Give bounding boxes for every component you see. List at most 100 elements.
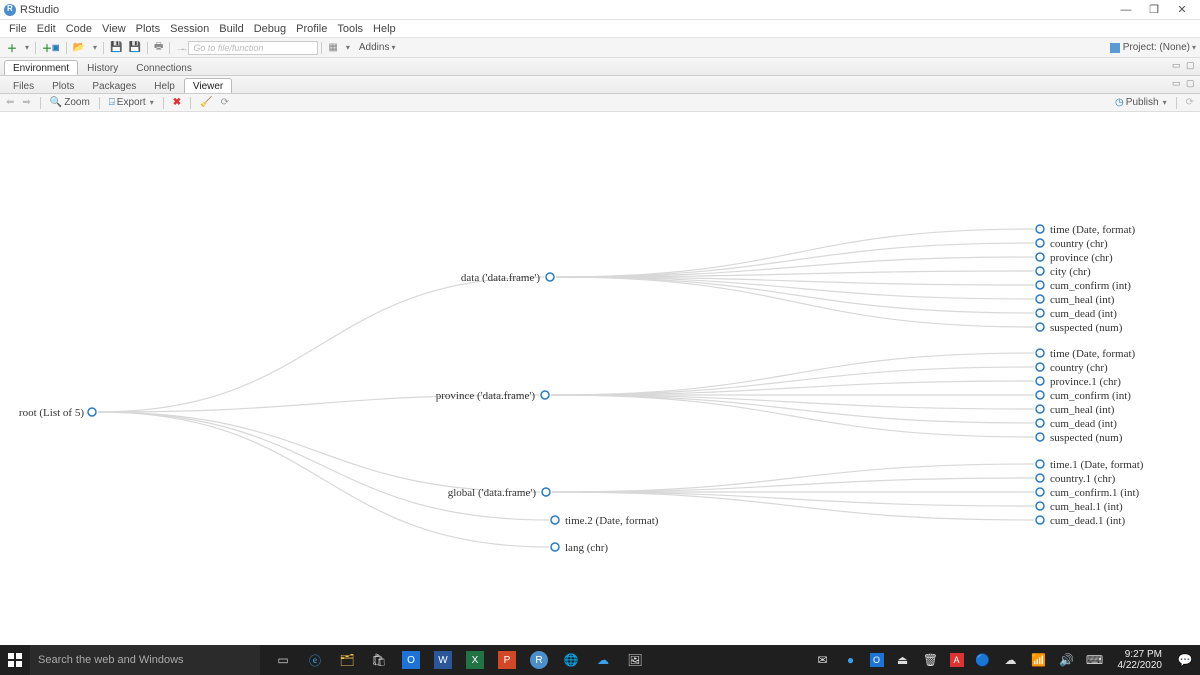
menu-view[interactable]: View bbox=[102, 23, 126, 35]
zoom-icon: 🔍 bbox=[50, 97, 62, 108]
rstudio-taskbar-icon[interactable]: R bbox=[530, 651, 548, 669]
project-menu[interactable]: Project: (None)▾ bbox=[1110, 42, 1196, 53]
tab-connections[interactable]: Connections bbox=[127, 60, 201, 75]
svg-text:cum_dead (int): cum_dead (int) bbox=[1050, 308, 1117, 320]
tray-volume-icon[interactable]: 🔊 bbox=[1058, 651, 1076, 669]
publish-button[interactable]: ◷ Publish▾ bbox=[1113, 97, 1169, 108]
clear-all-button[interactable]: 🧹 bbox=[198, 97, 214, 108]
zoom-button[interactable]: 🔍 Zoom bbox=[48, 97, 92, 108]
refresh-button[interactable]: ⟳ bbox=[219, 97, 231, 108]
taskbar-clock[interactable]: 9:27 PM 4/22/2020 bbox=[1114, 649, 1167, 671]
menu-help[interactable]: Help bbox=[373, 23, 396, 35]
new-project-button[interactable]: ＋▣ bbox=[39, 40, 63, 56]
upper-pane-tabs: Environment History Connections ▭ ▢ bbox=[0, 58, 1200, 76]
svg-text:province.1 (chr): province.1 (chr) bbox=[1050, 376, 1121, 388]
svg-text:data ('data.frame'): data ('data.frame') bbox=[461, 272, 540, 284]
grid-caret-icon[interactable]: ▾ bbox=[341, 40, 353, 56]
tray-security-icon[interactable]: 🔵 bbox=[974, 651, 992, 669]
viewer-back-button[interactable]: ⬅ bbox=[4, 97, 16, 108]
svg-text:cum_confirm.1 (int): cum_confirm.1 (int) bbox=[1050, 487, 1140, 499]
tray-wifi-icon[interactable]: 📶 bbox=[1030, 651, 1048, 669]
word-icon[interactable]: W bbox=[434, 651, 452, 669]
menu-profile[interactable]: Profile bbox=[296, 23, 327, 35]
tray-cloud-icon[interactable]: ☁ bbox=[1002, 651, 1020, 669]
tab-packages[interactable]: Packages bbox=[83, 78, 145, 93]
svg-text:lang (chr): lang (chr) bbox=[565, 542, 608, 554]
svg-text:city (chr): city (chr) bbox=[1050, 266, 1091, 278]
menu-tools[interactable]: Tools bbox=[337, 23, 363, 35]
excel-icon[interactable]: X bbox=[466, 651, 484, 669]
menu-code[interactable]: Code bbox=[66, 23, 92, 35]
save-all-button[interactable]: 💾 bbox=[126, 40, 144, 56]
close-button[interactable]: ✕ bbox=[1168, 0, 1196, 20]
photos-icon[interactable]: 🖼 bbox=[626, 651, 644, 669]
tab-environment[interactable]: Environment bbox=[4, 60, 78, 75]
system-tray: ✉ ● O ⏏ 🗑 A 🔵 ☁ 📶 🔊 ⌨ 9:27 PM 4/22/2020 … bbox=[814, 649, 1200, 671]
svg-text:cum_heal (int): cum_heal (int) bbox=[1050, 404, 1115, 416]
goto-file-input[interactable]: Go to file/function bbox=[188, 41, 318, 55]
menu-file[interactable]: File bbox=[9, 23, 27, 35]
addins-menu[interactable]: Addins▾ bbox=[359, 42, 396, 53]
svg-text:time (Date, format): time (Date, format) bbox=[1050, 348, 1136, 360]
tray-trash-icon[interactable]: 🗑 bbox=[922, 651, 940, 669]
notifications-icon[interactable]: 💬 bbox=[1176, 651, 1194, 669]
taskbar-search[interactable]: Search the web and Windows bbox=[30, 645, 260, 675]
grid-button[interactable]: ▦ bbox=[325, 40, 340, 56]
tray-usb-icon[interactable]: ⏏ bbox=[894, 651, 912, 669]
publish-icon: ◷ bbox=[1115, 97, 1124, 108]
export-icon: ⍈ bbox=[109, 97, 115, 108]
tab-plots[interactable]: Plots bbox=[43, 78, 83, 93]
main-toolbar: ＋ ▾ ＋▣ 📂 ▾ 💾 💾 🖶 → Go to file/function ▦… bbox=[0, 38, 1200, 58]
tab-help[interactable]: Help bbox=[145, 78, 184, 93]
open-file-caret-icon[interactable]: ▾ bbox=[88, 40, 100, 56]
export-button[interactable]: ⍈ Export▾ bbox=[107, 97, 156, 108]
tray-outlook-icon[interactable]: O bbox=[870, 653, 884, 667]
maximize-button[interactable]: ❐ bbox=[1140, 0, 1168, 20]
menu-plots[interactable]: Plots bbox=[136, 23, 160, 35]
partner-icon[interactable]: ☁ bbox=[594, 651, 612, 669]
menu-debug[interactable]: Debug bbox=[254, 23, 286, 35]
tab-files[interactable]: Files bbox=[4, 78, 43, 93]
tray-adobe-icon[interactable]: A bbox=[950, 653, 964, 667]
windows-taskbar: Search the web and Windows ▭ ⓔ 🗂 🛍 O W X… bbox=[0, 645, 1200, 675]
store-icon[interactable]: 🛍 bbox=[370, 651, 388, 669]
file-explorer-icon[interactable]: 🗂 bbox=[338, 651, 356, 669]
pane-collapse-icon[interactable]: ▭ bbox=[1172, 78, 1184, 90]
menubar: File Edit Code View Plots Session Build … bbox=[0, 20, 1200, 38]
viewer-refresh-button[interactable]: ⟳ bbox=[1184, 97, 1196, 108]
pane-maximize-icon[interactable]: ▢ bbox=[1186, 60, 1198, 72]
start-button[interactable] bbox=[0, 645, 30, 675]
viewer-forward-button[interactable]: ➡ bbox=[20, 97, 32, 108]
print-button[interactable]: 🖶 bbox=[151, 40, 166, 56]
remove-plot-button[interactable]: ✖ bbox=[171, 97, 183, 108]
svg-text:cum_heal (int): cum_heal (int) bbox=[1050, 294, 1115, 306]
task-view-icon[interactable]: ▭ bbox=[274, 651, 292, 669]
tray-sync-icon[interactable]: ● bbox=[842, 651, 860, 669]
pane-area: Environment History Connections ▭ ▢ File… bbox=[0, 58, 1200, 645]
svg-text:country.1 (chr): country.1 (chr) bbox=[1050, 473, 1116, 485]
outlook-icon[interactable]: O bbox=[402, 651, 420, 669]
tray-keyboard-icon[interactable]: ⌨ bbox=[1086, 651, 1104, 669]
pane-expand-icon[interactable]: ▢ bbox=[1186, 78, 1198, 90]
menu-session[interactable]: Session bbox=[170, 23, 209, 35]
svg-text:country (chr): country (chr) bbox=[1050, 238, 1108, 250]
tab-history[interactable]: History bbox=[78, 60, 127, 75]
window-title: RStudio bbox=[20, 4, 59, 16]
new-file-button[interactable]: ＋ bbox=[4, 40, 20, 56]
lower-pane-tabs: Files Plots Packages Help Viewer ▭ ▢ bbox=[0, 76, 1200, 94]
pane-minimize-icon[interactable]: ▭ bbox=[1172, 60, 1184, 72]
minimize-button[interactable]: — bbox=[1112, 0, 1140, 20]
tray-mail-icon[interactable]: ✉ bbox=[814, 651, 832, 669]
svg-text:time (Date, format): time (Date, format) bbox=[1050, 224, 1136, 236]
powerpoint-icon[interactable]: P bbox=[498, 651, 516, 669]
menu-build[interactable]: Build bbox=[219, 23, 243, 35]
viewer-canvas[interactable]: root (List of 5)data ('data.frame')provi… bbox=[0, 112, 1200, 645]
new-file-caret-icon[interactable]: ▾ bbox=[20, 40, 32, 56]
save-button[interactable]: 💾 bbox=[107, 40, 125, 56]
svg-text:suspected (num): suspected (num) bbox=[1050, 432, 1123, 444]
menu-edit[interactable]: Edit bbox=[37, 23, 56, 35]
open-file-button[interactable]: 📂 bbox=[70, 40, 88, 56]
tab-viewer[interactable]: Viewer bbox=[184, 78, 232, 93]
chrome-icon[interactable]: 🌐 bbox=[562, 651, 580, 669]
edge-icon[interactable]: ⓔ bbox=[306, 651, 324, 669]
